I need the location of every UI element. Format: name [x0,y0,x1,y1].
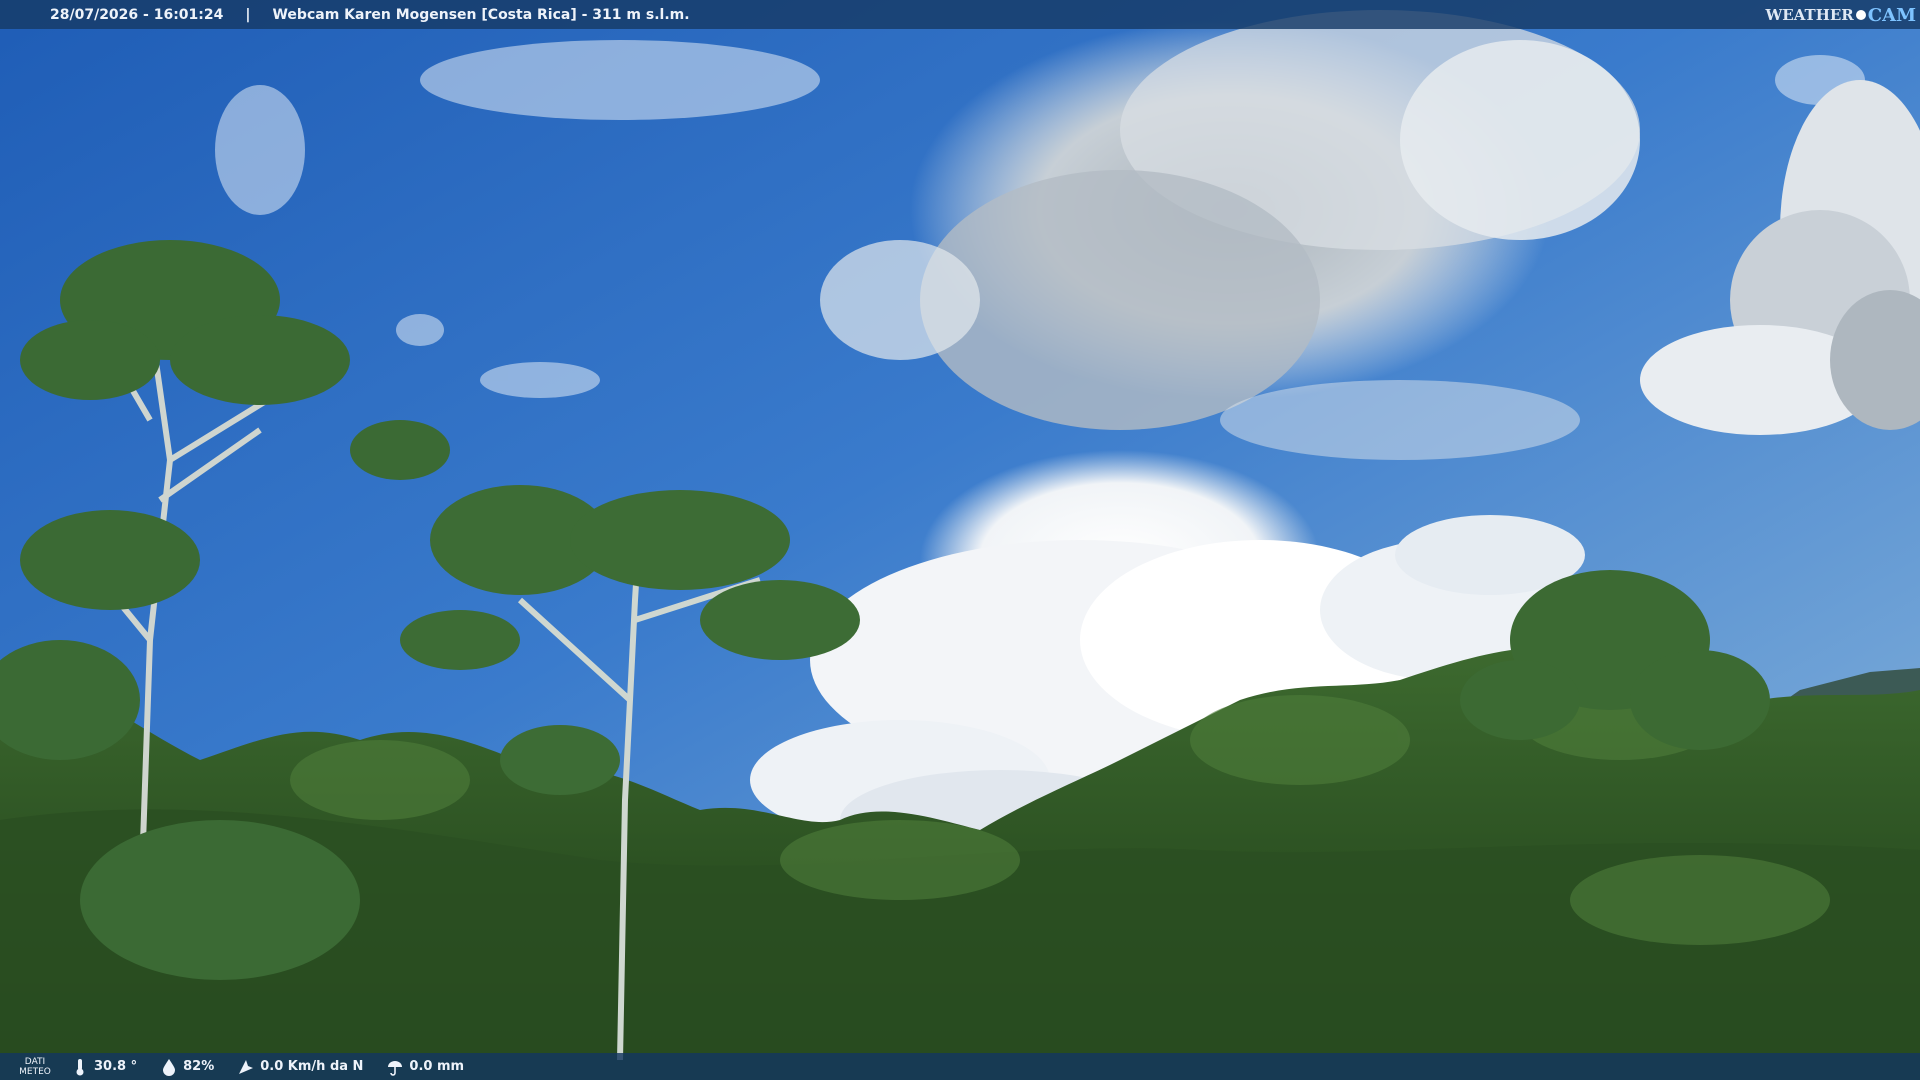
humidity-drop-icon [163,1058,176,1076]
webcam-image [0,0,1920,1080]
rain-reading: 0.0 mm [385,1057,464,1077]
humidity-reading: 82% [159,1057,214,1077]
dati-meteo-label: DATI METEO [0,1057,70,1077]
logo-weather-text: WEATHER [1765,6,1854,24]
logo-dot-icon [1855,10,1866,20]
weathercam-logo: WEATHER CAM [1765,3,1916,27]
logo-cam-text: CAM [1867,4,1916,26]
thermometer-icon [76,1058,84,1075]
rain-icon [388,1060,403,1076]
temperature-reading: 30.8 ° [70,1057,137,1077]
humidity-value: 82% [183,1059,215,1074]
wind-icon [239,1059,254,1074]
wind-value: 0.0 Km/h da N [260,1059,364,1074]
webcam-title: Webcam Karen Mogensen [Costa Rica] - 311… [272,6,690,23]
meteo-label: METEO [19,1066,51,1077]
info-header: 28/07/2026 - 16:01:24 | Webcam Karen Mog… [0,0,1920,29]
weather-data-bar: DATI METEO 30.8 ° 82% 0.0 Km/h da N 0.0 … [0,1053,1920,1080]
header-separator: | [245,6,251,23]
timestamp: 28/07/2026 - 16:01:24 [50,6,224,23]
wind-reading: 0.0 Km/h da N [236,1057,363,1077]
rain-value: 0.0 mm [409,1059,465,1074]
temperature-value: 30.8 ° [94,1059,138,1074]
dati-label: DATI [24,1056,46,1067]
